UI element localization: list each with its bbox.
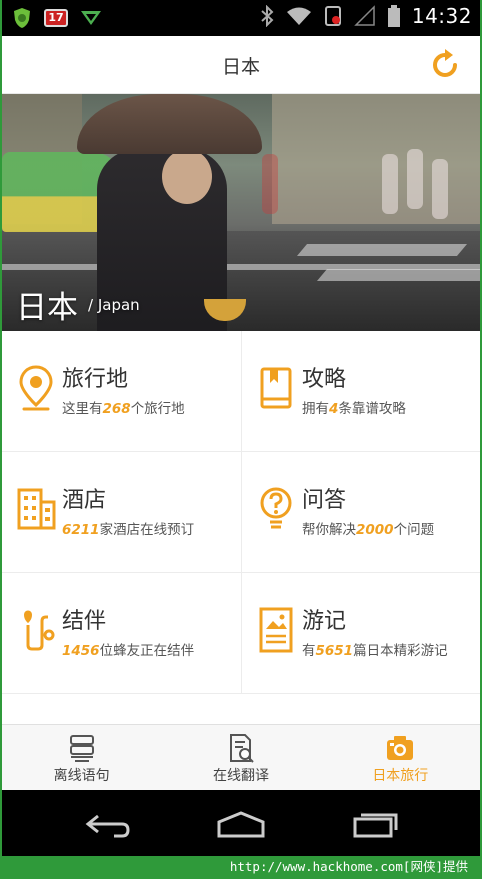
grid-desc: 6211家酒店在线预订 — [62, 522, 195, 538]
back-icon[interactable] — [84, 810, 132, 838]
calendar-notification-icon: 17 — [44, 9, 68, 27]
tab-label: 日本旅行 — [372, 768, 429, 784]
camera-icon — [387, 736, 414, 760]
watermark-text: http://www.hackhome.com[网侠]提供 — [0, 856, 482, 879]
route-icon — [24, 610, 55, 651]
grid-heading: 问答 — [302, 488, 347, 513]
grid-desc: 有5651篇日本精彩游记 — [302, 643, 448, 659]
hotel-building-icon — [17, 488, 56, 530]
phone-screen: 17 14:32 日本 日本 / Japan 旅行地 这里有268个旅行地 攻略… — [2, 0, 480, 856]
crosswalk-stripe — [296, 244, 468, 256]
page-title: 日本 — [221, 56, 260, 78]
tab-online-translate[interactable]: 在线翻译 — [161, 725, 320, 790]
grid-desc: 拥有4条靠谱攻略 — [302, 401, 406, 417]
feature-grid: 旅行地 这里有268个旅行地 攻略 拥有4条靠谱攻略 酒店 6211家酒店在线预… — [2, 331, 480, 695]
recent-apps-icon[interactable] — [352, 810, 400, 838]
straw-hat-shape — [77, 94, 262, 154]
pedestrian-shape — [407, 149, 423, 209]
pedestrian-shape — [432, 159, 448, 219]
grid-item-companions[interactable]: 结伴 1456位蜂友正在结伴 — [2, 573, 241, 694]
app-shield-icon — [14, 8, 30, 28]
battery-icon — [387, 5, 400, 27]
tab-label: 在线翻译 — [212, 768, 269, 784]
grid-desc: 帮你解决2000个问题 — [302, 522, 435, 538]
grid-desc: 这里有268个旅行地 — [62, 401, 185, 417]
signal-icon — [354, 5, 375, 26]
grid-heading: 结伴 — [62, 609, 107, 634]
crosswalk-stripe — [316, 269, 480, 281]
pedestrian-shape — [262, 154, 278, 214]
grid-item-hotels[interactable]: 酒店 6211家酒店在线预订 — [2, 452, 241, 573]
grid-heading: 酒店 — [62, 488, 107, 513]
bottom-tab-bar: 离线语句 在线翻译 日本旅行 — [2, 724, 480, 790]
tab-label: 离线语句 — [53, 768, 110, 784]
hero-subtitle: / Japan — [88, 296, 140, 314]
home-icon[interactable] — [216, 810, 266, 838]
travelogue-icon — [259, 607, 293, 653]
monk-face — [162, 149, 212, 204]
pedestrian-shape — [382, 154, 398, 214]
translate-doc-icon — [229, 734, 254, 763]
download-arrow-icon — [81, 11, 101, 25]
grid-heading: 攻略 — [302, 367, 347, 392]
status-bar: 17 14:32 — [2, 0, 480, 36]
hero-banner[interactable]: 日本 / Japan — [2, 94, 480, 331]
grid-item-qa[interactable]: 问答 帮你解决2000个问题 — [241, 452, 480, 573]
guidebook-icon — [260, 367, 292, 409]
no-sim-icon — [324, 6, 341, 26]
lane-stripe — [2, 264, 480, 270]
bluetooth-icon — [261, 5, 274, 27]
grid-item-guides[interactable]: 攻略 拥有4条靠谱攻略 — [241, 331, 480, 452]
grid-desc: 1456位蜂友正在结伴 — [62, 643, 195, 659]
title-bar: 日本 — [2, 36, 480, 94]
grid-item-destinations[interactable]: 旅行地 这里有268个旅行地 — [2, 331, 241, 452]
clock: 14:32 — [411, 4, 472, 28]
location-pin-icon — [19, 365, 53, 411]
tab-offline-phrases[interactable]: 离线语句 — [2, 725, 161, 790]
grid-heading: 旅行地 — [62, 367, 129, 392]
wifi-icon — [286, 7, 311, 25]
building-shape — [272, 94, 480, 224]
hero-title: 日本 — [16, 290, 78, 326]
grid-heading: 游记 — [302, 609, 347, 634]
system-nav-bar — [2, 790, 480, 856]
tab-japan-travel[interactable]: 日本旅行 — [321, 725, 480, 790]
grid-item-travelogues[interactable]: 游记 有5651篇日本精彩游记 — [241, 573, 480, 694]
refresh-icon[interactable] — [428, 48, 462, 82]
question-bulb-icon — [260, 487, 292, 529]
phrasebook-icon — [69, 735, 94, 762]
